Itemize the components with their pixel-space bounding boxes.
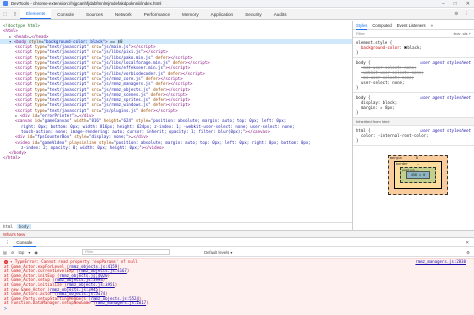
style-rule-body-1[interactable]: body { user agent stylesheet -moz-user-s… — [353, 58, 474, 93]
source-link[interactable]: rmmz_managers.js:2817 — [96, 300, 147, 306]
drawer-tab-strip: What's New — [0, 230, 474, 238]
maximize-button[interactable]: □ — [454, 1, 457, 7]
console-toolbar: ▤ ⊘ top ▾ ◉ Filter Default levels ▾ ⚙ — [0, 248, 474, 257]
console-prompt[interactable]: > — [4, 306, 7, 312]
tab-application[interactable]: Application — [205, 9, 239, 19]
drawer-menu-icon[interactable]: ⋮ — [5, 240, 9, 246]
styles-sidebar: Styles Computed Event Listeners » Filter… — [352, 21, 474, 230]
tab-audits[interactable]: Audits — [268, 9, 293, 19]
tab-performance[interactable]: Performance — [138, 9, 176, 19]
style-rule-body-2[interactable]: body { user agent stylesheet display: bl… — [353, 93, 474, 118]
tab-security[interactable]: Security — [239, 9, 268, 19]
device-toolbar-icon[interactable]: ▯ — [10, 9, 20, 19]
dom-node[interactable]: </html> — [0, 155, 352, 160]
eye-icon[interactable]: ◉ — [34, 250, 38, 255]
breadcrumb-html[interactable]: html — [3, 224, 13, 229]
border-label: border — [396, 162, 408, 166]
close-drawer-icon[interactable]: ✕ — [465, 240, 469, 246]
stack-frame: at Function.DataManager.setupNewGame (rm… — [4, 300, 149, 306]
window-controls: – □ ✕ — [442, 1, 470, 7]
inherited-header: Inherited from html — [353, 118, 474, 126]
whats-new-tab[interactable]: What's New — [3, 232, 25, 237]
rule-source: user agent stylesheet — [420, 95, 471, 100]
context-selector[interactable]: top — [18, 250, 24, 255]
tab-elements[interactable]: Elements — [20, 9, 52, 19]
tab-sources[interactable]: Sources — [80, 9, 109, 19]
styles-filter-buttons[interactable]: :hov .cls + — [453, 31, 474, 36]
console-drawer-header: ⋮ Console ✕ — [0, 239, 474, 247]
tab-styles[interactable]: Styles — [356, 21, 368, 30]
devtools-icon — [3, 1, 8, 6]
window-title: DevTools - chrome-extension://njgcanhfjd… — [11, 1, 162, 6]
more-tabs-icon[interactable]: » — [431, 23, 433, 28]
rule-property: background-color — [361, 45, 400, 50]
tab-network[interactable]: Network — [109, 9, 138, 19]
tab-memory[interactable]: Memory — [176, 9, 205, 19]
error-text: at Function.DataManager.setupNewGame ( — [4, 300, 96, 306]
inspect-element-icon[interactable]: ⬚ — [0, 9, 10, 19]
console-filter-input[interactable]: Filter — [82, 249, 171, 255]
rule-value: black; — [407, 45, 422, 50]
box-model-diagram: margin 8 border – padding – 458 × 0 — [388, 155, 448, 195]
tab-event-listeners[interactable]: Event Listeners — [397, 23, 426, 28]
console-error-message: ✕ ▾ TypeError: Cannot read property 'expP… — [0, 258, 474, 315]
rule-source: user agent stylesheet — [420, 60, 471, 65]
margin-label: margin — [390, 156, 402, 160]
box-model-content[interactable]: 458 × 0 — [406, 171, 430, 179]
log-levels-dropdown[interactable]: Default levels ▾ — [204, 250, 232, 255]
more-options-icon[interactable]: ⋮ — [464, 11, 469, 17]
border-value: – — [417, 162, 419, 166]
breadcrumb-body[interactable]: body — [16, 224, 31, 229]
settings-gear-icon[interactable]: ⚙ — [454, 11, 458, 17]
close-window-button[interactable]: ✕ — [466, 1, 470, 7]
breadcrumb: html body — [0, 222, 352, 230]
show-sidebar-icon[interactable]: ▤ — [3, 250, 7, 255]
margin-top-value: 8 — [416, 156, 418, 160]
styles-filter-input[interactable]: Filter — [356, 31, 365, 36]
tab-console-drawer[interactable]: Console — [13, 239, 36, 247]
chevron-down-icon: ▾ — [28, 249, 31, 255]
minimize-button[interactable]: – — [442, 1, 445, 7]
devtools-tab-strip: ⬚ ▯ Elements Console Sources Network Per… — [0, 9, 474, 20]
rule-source: user agent stylesheet — [420, 128, 471, 133]
tab-console[interactable]: Console — [51, 9, 80, 19]
elements-dom-tree[interactable]: <!doctype html> <html> ▸ <head>…</head> ▾ <… — [0, 21, 352, 230]
tab-computed[interactable]: Computed — [372, 23, 391, 28]
clear-console-icon[interactable]: ⊘ — [11, 250, 15, 255]
style-rule-html[interactable]: html { user agent stylesheet color: -int… — [353, 126, 474, 146]
window-title-bar: DevTools - chrome-extension://njgcanhfjd… — [0, 0, 474, 8]
console-settings-gear-icon[interactable]: ⚙ — [466, 250, 470, 255]
style-rule-element[interactable]: element.style { background-color: black;… — [353, 38, 474, 58]
